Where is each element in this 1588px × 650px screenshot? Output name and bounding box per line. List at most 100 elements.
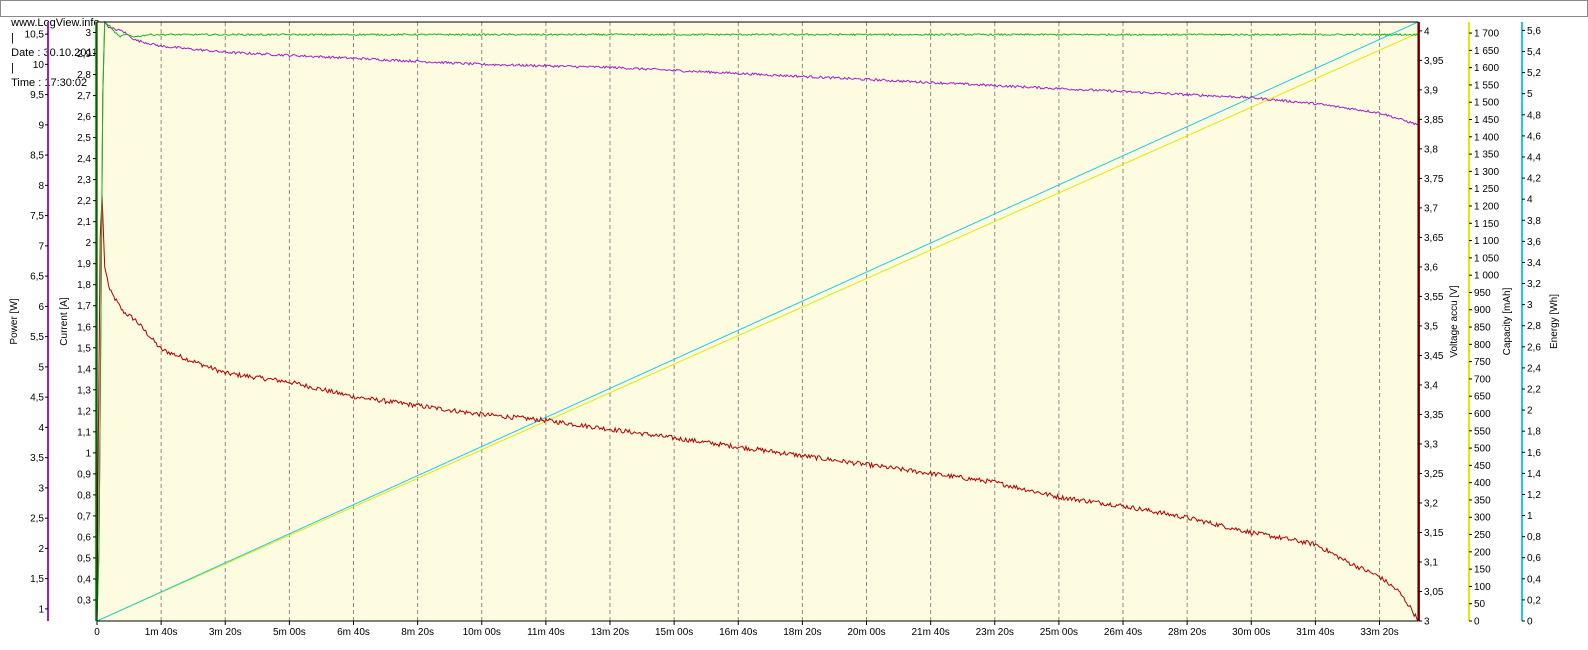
- energy-axis: 0 0,2 0,4 0,6 0,8 1 1,2 1,4 1,6 1,8 2 2,2 2,4 2,6 2,8 3…: [1521, 22, 1560, 628]
- current-tick-label: 2,5: [77, 133, 91, 144]
- voltage-tick-label: 3,5: [1424, 321, 1438, 332]
- x-tick-label: 26m 40s: [1104, 627, 1142, 638]
- voltage-tick-label: 3: [1424, 617, 1430, 628]
- power-tick-label: 4,5: [30, 393, 44, 404]
- power-tick-label: 1,5: [30, 574, 44, 585]
- energy-tick-label: 0,2: [1527, 595, 1541, 606]
- current-tick-label: 2,9: [77, 49, 91, 60]
- power-tick-label: 1: [38, 604, 44, 615]
- capacity-tick-label: 1 000: [1474, 271, 1499, 282]
- current-tick-label: 1: [85, 448, 91, 459]
- energy-tick-label: 1,6: [1527, 448, 1541, 459]
- capacity-tick-label: 1 500: [1474, 98, 1499, 109]
- voltage-axis: 3 3,05 3,1 3,15 3,2 3,25 3,3 3,35 3,4 3,45 3,5 3,55…: [1418, 22, 1460, 628]
- x-tick-label: 25m 00s: [1040, 627, 1078, 638]
- current-tick-label: 2: [85, 238, 91, 249]
- current-tick-label: 2,1: [77, 217, 91, 228]
- x-tick-label: 10m 00s: [463, 627, 501, 638]
- x-tick-label: 16m 40s: [719, 627, 757, 638]
- current-tick-label: 0,6: [77, 532, 91, 543]
- power-tick-label: 6: [38, 302, 44, 313]
- energy-tick-label: 4: [1527, 195, 1533, 206]
- capacity-tick-label: 1 050: [1474, 253, 1499, 264]
- current-tick-label: 1,4: [77, 364, 91, 375]
- capacity-tick-label: 150: [1474, 565, 1491, 576]
- voltage-tick-label: 3,2: [1424, 498, 1438, 509]
- power-tick-label: 6,5: [30, 272, 44, 283]
- voltage-tick-label: 3,95: [1424, 56, 1444, 67]
- capacity-tick-label: 1 150: [1474, 219, 1499, 230]
- capacity-tick-label: 550: [1474, 426, 1491, 437]
- energy-tick-label: 3,2: [1527, 279, 1541, 290]
- energy-tick-label: 1,4: [1527, 469, 1541, 480]
- x-tick-label: 23m 20s: [976, 627, 1014, 638]
- power-tick-label: 4: [38, 423, 44, 434]
- capacity-tick-label: 850: [1474, 323, 1491, 334]
- current-tick-label: 2,2: [77, 196, 91, 207]
- power-tick-label: 7: [38, 241, 44, 252]
- energy-tick-label: 0,4: [1527, 574, 1541, 585]
- energy-tick-label: 2,4: [1527, 363, 1541, 374]
- current-tick-label: 2,3: [77, 175, 91, 186]
- voltage-tick-label: 3,4: [1424, 380, 1438, 391]
- current-tick-label: 1,8: [77, 280, 91, 291]
- energy-tick-label: 1,2: [1527, 490, 1541, 501]
- energy-tick-label: 4,4: [1527, 152, 1541, 163]
- energy-tick-label: 4,2: [1527, 174, 1541, 185]
- x-tick-label: 15m 00s: [655, 627, 693, 638]
- energy-tick-label: 0: [1527, 617, 1533, 628]
- capacity-tick-label: 1 700: [1474, 29, 1499, 40]
- voltage-tick-label: 3,55: [1424, 292, 1444, 303]
- current-tick-label: 0,5: [77, 553, 91, 564]
- current-tick-label: 3: [85, 28, 91, 39]
- voltage-axis-title: Voltage accu [V]: [1449, 285, 1460, 357]
- x-tick-label: 33m 20s: [1360, 627, 1398, 638]
- current-tick-label: 0,9: [77, 469, 91, 480]
- voltage-tick-label: 3,25: [1424, 469, 1444, 480]
- x-tick-label: 6m 40s: [337, 627, 370, 638]
- capacity-tick-label: 450: [1474, 461, 1491, 472]
- current-tick-label: 1,6: [77, 322, 91, 333]
- capacity-tick-label: 250: [1474, 530, 1491, 541]
- capacity-tick-label: 1 250: [1474, 184, 1499, 195]
- capacity-tick-label: 900: [1474, 305, 1491, 316]
- power-tick-label: 5: [38, 362, 44, 373]
- voltage-tick-label: 3,1: [1424, 557, 1438, 568]
- power-axis: 1 1,5 2 2,5 3 3,5 4 4,5 5 5,5 6 6,5 7 7,5 8 8,5 9 9,5 10 10…: [9, 22, 49, 621]
- energy-tick-label: 2,2: [1527, 384, 1541, 395]
- voltage-tick-label: 3,85: [1424, 115, 1444, 126]
- capacity-axis: 0 50 100 150 200 250 300 350 400 450 500 550 600 650 7…: [1468, 22, 1513, 628]
- energy-tick-label: 4,6: [1527, 131, 1541, 142]
- power-tick-label: 10,5: [25, 30, 45, 41]
- voltage-tick-label: 3,9: [1424, 85, 1438, 96]
- energy-tick-label: 0,6: [1527, 553, 1541, 564]
- x-tick-label: 0: [94, 627, 100, 638]
- capacity-tick-label: 800: [1474, 340, 1491, 351]
- x-tick-label: 8m 20s: [401, 627, 434, 638]
- energy-tick-label: 2: [1527, 406, 1533, 417]
- voltage-tick-label: 3,35: [1424, 410, 1444, 421]
- capacity-tick-label: 750: [1474, 357, 1491, 368]
- energy-tick-label: 5,4: [1527, 47, 1541, 58]
- current-tick-label: 0,8: [77, 490, 91, 501]
- voltage-tick-label: 3,3: [1424, 439, 1438, 450]
- x-tick-label: 31m 40s: [1296, 627, 1334, 638]
- x-tick-label: 20m 00s: [847, 627, 885, 638]
- voltage-tick-label: 3,7: [1424, 203, 1438, 214]
- capacity-tick-label: 1 300: [1474, 167, 1499, 178]
- x-tick-label: 11m 40s: [527, 627, 565, 638]
- current-axis-title: Current [A]: [59, 297, 70, 346]
- voltage-tick-label: 3,8: [1424, 144, 1438, 155]
- capacity-tick-label: 1 650: [1474, 46, 1499, 57]
- voltage-tick-label: 3,15: [1424, 528, 1444, 539]
- current-tick-label: 1,5: [77, 343, 91, 354]
- x-tick-label: 18m 20s: [783, 627, 821, 638]
- current-tick-label: 0,4: [77, 574, 91, 585]
- power-tick-label: 2,5: [30, 514, 44, 525]
- capacity-tick-label: 200: [1474, 547, 1491, 558]
- capacity-tick-label: 0: [1474, 617, 1480, 628]
- capacity-tick-label: 1 100: [1474, 236, 1499, 247]
- capacity-tick-label: 350: [1474, 495, 1491, 506]
- voltage-tick-label: 3,45: [1424, 351, 1444, 362]
- power-tick-label: 8: [38, 181, 44, 192]
